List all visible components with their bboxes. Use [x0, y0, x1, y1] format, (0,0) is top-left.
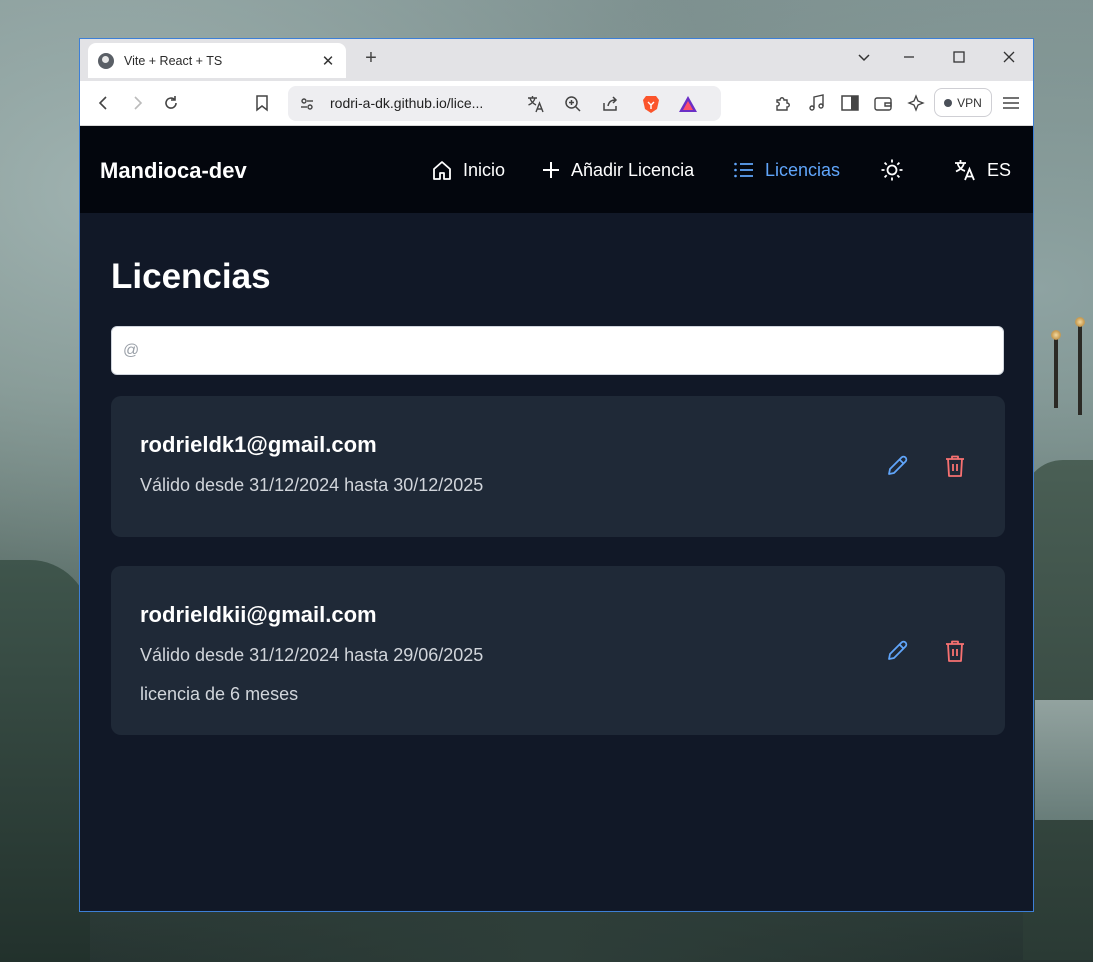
wallpaper-torch — [1051, 330, 1061, 408]
trash-icon — [946, 455, 964, 477]
sun-icon — [881, 159, 903, 181]
tab-strip: Vite + React + TS ✕ + — [80, 39, 1033, 81]
pencil-icon — [888, 640, 908, 660]
wallpaper-hill — [0, 560, 90, 962]
share-icon[interactable] — [599, 93, 621, 115]
main-content: Licencias rodrieldk1@gmail.com Válido de… — [80, 213, 1033, 911]
forward-icon[interactable] — [126, 92, 148, 114]
vpn-label: VPN — [957, 95, 982, 110]
page-title: Licencias — [111, 257, 271, 296]
license-note: licencia de 6 meses — [140, 684, 299, 704]
nav-item-inicio[interactable]: Inicio — [431, 156, 505, 184]
wallpaper-water — [1035, 700, 1093, 820]
license-validity: Válido desde 31/12/2024 hasta 29/06/2025 — [140, 645, 484, 665]
license-email: rodrieldkii@gmail.com — [140, 602, 377, 627]
minimize-icon[interactable] — [894, 47, 924, 73]
nav-item-licencias[interactable]: Licencias — [733, 156, 840, 184]
license-card: rodrieldk1@gmail.com Válido desde 31/12/… — [111, 396, 1005, 537]
wallet-icon[interactable] — [872, 92, 894, 114]
zoom-icon[interactable] — [562, 93, 584, 115]
maximize-icon[interactable] — [944, 47, 974, 73]
bookmark-icon[interactable] — [251, 92, 273, 114]
back-icon[interactable] — [93, 92, 115, 114]
new-tab-button[interactable]: + — [358, 45, 384, 71]
language-selector[interactable]: ES — [953, 156, 1011, 184]
home-icon — [433, 161, 451, 180]
nav-item-label: Licencias — [765, 159, 841, 180]
browser-tab[interactable]: Vite + React + TS ✕ — [88, 43, 346, 78]
extensions-icon[interactable] — [772, 92, 794, 114]
translate-icon — [955, 160, 975, 181]
nav-item-anadir-licencia[interactable]: Añadir Licencia — [541, 156, 694, 184]
url-text[interactable]: rodri-a-dk.github.io/lice... — [330, 95, 510, 111]
pencil-icon — [888, 455, 908, 475]
brave-rewards-icon[interactable] — [677, 93, 699, 115]
site-settings-icon[interactable] — [296, 93, 318, 115]
tab-list-chevron-icon[interactable] — [849, 47, 879, 73]
theme-toggle-button[interactable] — [880, 156, 914, 184]
license-card: rodrieldkii@gmail.com Válido desde 31/12… — [111, 566, 1005, 735]
app-navbar: Mandioca-dev Inicio Añadir Licencia Lice… — [80, 126, 1033, 213]
brand-logo[interactable]: Mandioca-dev — [100, 158, 247, 184]
edit-button[interactable] — [883, 452, 911, 480]
trash-icon — [946, 640, 964, 662]
tab-title: Vite + React + TS — [124, 53, 223, 68]
search-input[interactable] — [111, 326, 1004, 375]
tab-close-icon[interactable]: ✕ — [320, 52, 336, 70]
translate-icon[interactable] — [525, 93, 547, 115]
close-window-icon[interactable] — [994, 47, 1024, 73]
delete-button[interactable] — [941, 637, 969, 665]
address-bar[interactable]: rodri-a-dk.github.io/lice... — [288, 86, 721, 121]
vpn-status-icon — [944, 98, 953, 107]
menu-icon[interactable] — [1000, 92, 1022, 114]
music-icon[interactable] — [806, 92, 828, 114]
browser-window: Vite + React + TS ✕ + rodri-a-dk.github.… — [79, 38, 1034, 912]
plus-icon — [543, 162, 559, 178]
leo-ai-icon[interactable] — [905, 92, 927, 114]
delete-button[interactable] — [941, 452, 969, 480]
browser-toolbar: rodri-a-dk.github.io/lice... VPN — [80, 81, 1033, 126]
reload-icon[interactable] — [160, 92, 182, 114]
nav-item-label: Inicio — [463, 159, 506, 180]
license-email: rodrieldk1@gmail.com — [140, 432, 377, 457]
globe-icon — [98, 52, 114, 69]
list-icon — [734, 162, 753, 178]
license-validity: Válido desde 31/12/2024 hasta 30/12/2025 — [140, 475, 484, 495]
edit-button[interactable] — [883, 637, 911, 665]
language-label: ES — [987, 159, 1012, 180]
brave-shields-icon[interactable] — [640, 93, 662, 115]
wallpaper-torch — [1075, 317, 1085, 415]
nav-item-label: Añadir Licencia — [571, 159, 695, 180]
vpn-button[interactable]: VPN — [934, 88, 992, 117]
sidebar-icon[interactable] — [839, 92, 861, 114]
